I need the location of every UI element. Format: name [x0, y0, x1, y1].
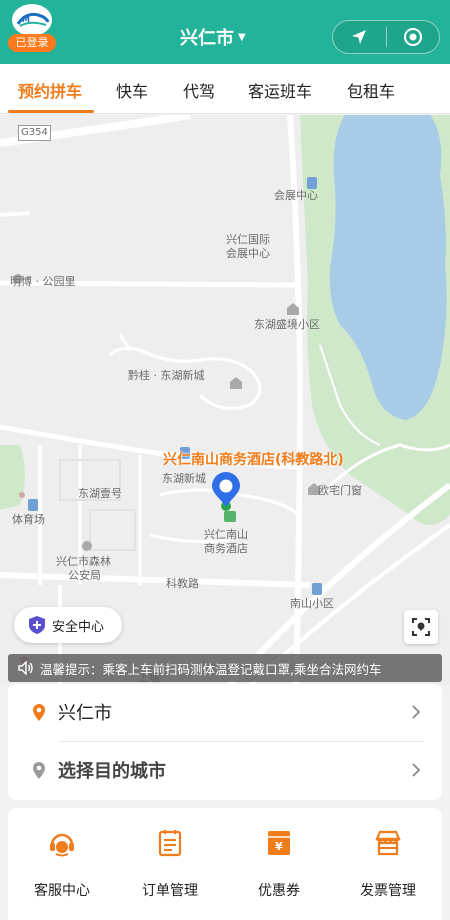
poi-label: 公安局	[68, 569, 101, 582]
services-card: 客服中心 订单管理 ¥ 优惠券 发票管理	[8, 808, 442, 920]
user-avatar[interactable]: M 已登录	[8, 4, 56, 52]
poi-label: 兴仁国际	[226, 233, 270, 246]
poi-label: 南山小区	[290, 597, 334, 610]
origin-city: 兴仁市	[58, 703, 112, 724]
invoice-icon	[375, 830, 401, 856]
mini-program-capsule	[332, 20, 440, 54]
poi-label: 兴仁南山	[204, 528, 248, 541]
safety-center-label: 安全中心	[52, 619, 105, 635]
safety-center-button[interactable]: 安全中心	[14, 607, 122, 643]
tab-express[interactable]: 快车	[116, 78, 148, 102]
invoice-management-button[interactable]: 发票管理	[334, 828, 442, 900]
caret-down-icon: ▼	[238, 31, 246, 43]
city-name: 兴仁市	[180, 28, 234, 49]
origin-city-row[interactable]: 兴仁市	[8, 684, 442, 740]
target-icon	[403, 28, 422, 46]
coupon-icon: ¥	[268, 831, 290, 855]
close-program-button[interactable]	[386, 20, 439, 54]
map-view[interactable]: G354 会展中心 兴仁国际 会展中心 明博 · 公园里 东湖盛境小区 黔桂 ·…	[0, 115, 450, 685]
poi-label: 欧宅门窗	[318, 484, 362, 497]
poi-label: 体育场	[12, 513, 45, 526]
svg-text:M: M	[22, 15, 30, 24]
poi-label: 会展中心	[226, 247, 270, 260]
highway-label: G354	[18, 125, 51, 141]
tab-charter[interactable]: 包租车	[347, 78, 395, 102]
order-management-label: 订单管理	[142, 883, 198, 899]
app-logo: M	[12, 4, 52, 36]
location-arrow-button[interactable]	[333, 20, 386, 54]
chevron-right-icon	[412, 705, 421, 719]
poi-label: 东湖壹号	[78, 487, 122, 500]
coupon-label: 优惠券	[258, 883, 300, 899]
recenter-location-button[interactable]	[404, 610, 438, 644]
map-pin-marker	[212, 472, 240, 511]
app-header: M 已登录 兴仁市 ▼	[0, 0, 450, 64]
selected-place-label[interactable]: 兴仁南山商务酒店(科教路北)	[163, 449, 344, 469]
notice-text: 温馨提示：乘客上车前扫码测体温登记戴口罩,乘坐合法网约车	[40, 661, 382, 677]
speaker-icon	[18, 661, 33, 675]
poi-label: 东湖新城	[162, 472, 206, 485]
tab-coach[interactable]: 客运班车	[248, 78, 312, 102]
clipboard-icon	[158, 830, 182, 857]
customer-service-button[interactable]: 客服中心	[8, 828, 116, 900]
scan-locate-icon	[412, 618, 430, 636]
poi-label: 兴仁市森林	[56, 555, 111, 568]
destination-city-row[interactable]: 选择目的城市	[8, 742, 442, 798]
road-label: 科教路	[166, 577, 199, 590]
coupon-button[interactable]: ¥ 优惠券	[225, 828, 333, 900]
route-card: 兴仁市 选择目的城市	[8, 684, 442, 800]
origin-pin-icon	[33, 704, 45, 721]
notice-banner: 温馨提示：乘客上车前扫码测体温登记戴口罩,乘坐合法网约车	[8, 654, 442, 682]
headset-icon	[50, 833, 74, 857]
service-tabs: 预约拼车 快车 代驾 客运班车 包租车	[0, 64, 450, 114]
svg-text:¥: ¥	[275, 840, 283, 853]
login-status-badge: 已登录	[8, 34, 56, 52]
poi-label: 东湖盛境小区	[254, 318, 320, 331]
navigation-arrow-icon	[352, 30, 367, 44]
tab-carpool[interactable]: 预约拼车	[18, 78, 82, 102]
tab-designated-driver[interactable]: 代驾	[183, 78, 215, 102]
poi-label: 商务酒店	[204, 542, 248, 555]
order-management-button[interactable]: 订单管理	[116, 828, 224, 900]
city-selector[interactable]: 兴仁市 ▼	[180, 24, 246, 50]
destination-city: 选择目的城市	[58, 761, 166, 782]
invoice-management-label: 发票管理	[360, 883, 416, 899]
poi-label: 黔桂 · 东湖新城	[128, 369, 205, 382]
chevron-right-icon	[412, 763, 421, 777]
map-canvas	[0, 115, 450, 685]
shield-icon	[29, 616, 45, 634]
poi-label: 明博 · 公园里	[10, 275, 76, 288]
customer-service-label: 客服中心	[34, 883, 90, 899]
poi-label: 会展中心	[274, 189, 318, 202]
destination-pin-icon	[33, 762, 45, 779]
active-tab-indicator	[8, 110, 94, 113]
